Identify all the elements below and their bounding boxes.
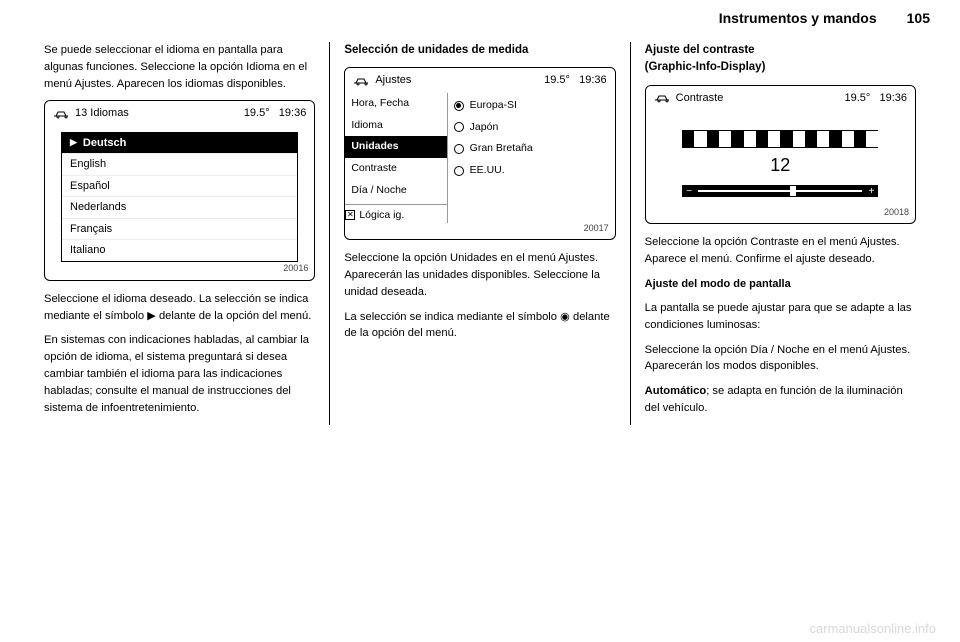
figure-units-temp: 19.5° bbox=[544, 74, 570, 86]
option-label: Japón bbox=[470, 120, 499, 136]
col2-heading: Selección de unidades de medida bbox=[344, 42, 615, 59]
col3-p1: Seleccione la opción Contraste en el men… bbox=[645, 234, 916, 268]
minus-icon: − bbox=[686, 184, 692, 199]
figure-units-menu: Hora, Fecha Idioma Unidades Contraste Dí… bbox=[345, 93, 447, 224]
car-icon bbox=[654, 93, 670, 103]
radio-icon bbox=[454, 144, 464, 154]
figure-units-options: Europa-SI Japón Gran Bretaña EE.UU. bbox=[448, 93, 615, 224]
checkbox-icon: ✕ bbox=[345, 210, 355, 220]
column-3: Ajuste del contraste (Graphic-Info-Displ… bbox=[630, 42, 930, 425]
list-item: Español bbox=[62, 176, 297, 198]
list-item-label: Nederlands bbox=[70, 199, 126, 216]
figure-units-check-label: Lógica ig. bbox=[359, 208, 404, 224]
list-item: English bbox=[62, 154, 297, 176]
option-label: Gran Bretaña bbox=[470, 141, 533, 157]
figure-units-body: Hora, Fecha Idioma Unidades Contraste Dí… bbox=[345, 93, 614, 240]
list-item: Contraste bbox=[345, 158, 446, 180]
figure-units: Ajustes 19.5° 19:36 Hora, Fecha Idioma U… bbox=[344, 67, 615, 240]
list-item: EE.UU. bbox=[454, 160, 609, 182]
list-item: Nederlands bbox=[62, 197, 297, 219]
figure-number: 20016 bbox=[283, 262, 308, 276]
list-item: Idioma bbox=[345, 115, 446, 137]
option-label: Europa-SI bbox=[470, 98, 517, 114]
col3-p4-bold: Automático bbox=[645, 385, 707, 397]
header-title: Instrumentos y mandos bbox=[719, 10, 877, 26]
list-item-label: Français bbox=[70, 221, 112, 238]
figure-contrast-temp: 19.5° bbox=[844, 92, 870, 104]
col3-p3: Seleccione la opción Día / Noche en el m… bbox=[645, 342, 916, 376]
plus-icon: + bbox=[869, 184, 875, 199]
col3-sub2: Ajuste del modo de pantalla bbox=[645, 276, 916, 293]
figure-contrast-body: 12 − + bbox=[646, 110, 915, 223]
list-item-label: Deutsch bbox=[83, 135, 126, 152]
list-item: Italiano bbox=[62, 240, 297, 261]
col3-p4: Automático; se adapta en función de la i… bbox=[645, 383, 916, 417]
figure-languages: 13 Idiomas 19.5° 19:36 ▶ Deutsch English… bbox=[44, 100, 315, 281]
list-item: Hora, Fecha bbox=[345, 93, 446, 115]
figure-contrast-title: Contraste bbox=[676, 90, 724, 107]
triangle-icon: ▶ bbox=[70, 136, 77, 150]
figure-languages-temp: 19.5° bbox=[244, 107, 270, 119]
col3-heading1: Ajuste del contraste bbox=[645, 42, 916, 59]
radio-icon bbox=[454, 122, 464, 132]
car-icon bbox=[353, 76, 369, 86]
language-list: ▶ Deutsch English Español Nederlands Fra… bbox=[61, 132, 298, 262]
col1-p3: En sistemas con indicaciones habladas, a… bbox=[44, 332, 315, 416]
figure-units-time: 19:36 bbox=[579, 74, 607, 86]
col3-heading2: (Graphic-Info-Display) bbox=[645, 59, 916, 76]
figure-contrast: Contraste 19.5° 19:36 12 − bbox=[645, 85, 916, 225]
figure-number: 20017 bbox=[584, 222, 609, 236]
page-header: Instrumentos y mandos 105 bbox=[0, 0, 960, 34]
figure-contrast-bar: Contraste 19.5° 19:36 bbox=[646, 86, 915, 111]
col2-p2: La selección se indica mediante el símbo… bbox=[344, 309, 615, 343]
list-item-label: Español bbox=[70, 178, 110, 195]
figure-units-bar: Ajustes 19.5° 19:36 bbox=[345, 68, 614, 93]
col1-intro: Se puede seleccionar el idioma en pantal… bbox=[44, 42, 315, 92]
contrast-slider: − + bbox=[682, 185, 878, 197]
radio-icon bbox=[454, 101, 464, 111]
header-page-number: 105 bbox=[907, 10, 930, 26]
figure-languages-bar: 13 Idiomas 19.5° 19:36 bbox=[45, 101, 314, 126]
car-icon bbox=[53, 109, 69, 119]
footer-watermark: carmanualsonline.info bbox=[810, 621, 936, 636]
contrast-value: 12 bbox=[658, 152, 903, 179]
content-columns: Se puede seleccionar el idioma en pantal… bbox=[0, 34, 960, 425]
figure-languages-title: 13 Idiomas bbox=[75, 105, 129, 122]
list-item: Unidades bbox=[345, 136, 446, 158]
column-1: Se puede seleccionar el idioma en pantal… bbox=[30, 42, 329, 425]
figure-contrast-time: 19:36 bbox=[879, 92, 907, 104]
list-item: Français bbox=[62, 219, 297, 241]
figure-units-title: Ajustes bbox=[375, 72, 411, 89]
list-item: Japón bbox=[454, 117, 609, 139]
list-item: Día / Noche bbox=[345, 180, 446, 202]
list-item: ▶ Deutsch bbox=[62, 133, 297, 155]
figure-languages-time: 19:36 bbox=[279, 107, 307, 119]
figure-number: 20018 bbox=[884, 206, 909, 220]
option-label: EE.UU. bbox=[470, 163, 505, 179]
list-item: Europa-SI bbox=[454, 95, 609, 117]
col2-p1: Seleccione la opción Unidades en el menú… bbox=[344, 250, 615, 300]
column-2: Selección de unidades de medida Ajustes … bbox=[329, 42, 629, 425]
figure-units-check: ✕ Lógica ig. bbox=[345, 204, 446, 224]
figure-languages-body: ▶ Deutsch English Español Nederlands Fra… bbox=[45, 126, 314, 280]
col1-p2: Seleccione el idioma deseado. La selecci… bbox=[44, 291, 315, 325]
list-item-label: English bbox=[70, 156, 106, 173]
checker-pattern bbox=[682, 130, 878, 148]
radio-icon bbox=[454, 166, 464, 176]
list-item: Gran Bretaña bbox=[454, 138, 609, 160]
col3-p2: La pantalla se puede ajustar para que se… bbox=[645, 300, 916, 334]
list-item-label: Italiano bbox=[70, 242, 105, 259]
